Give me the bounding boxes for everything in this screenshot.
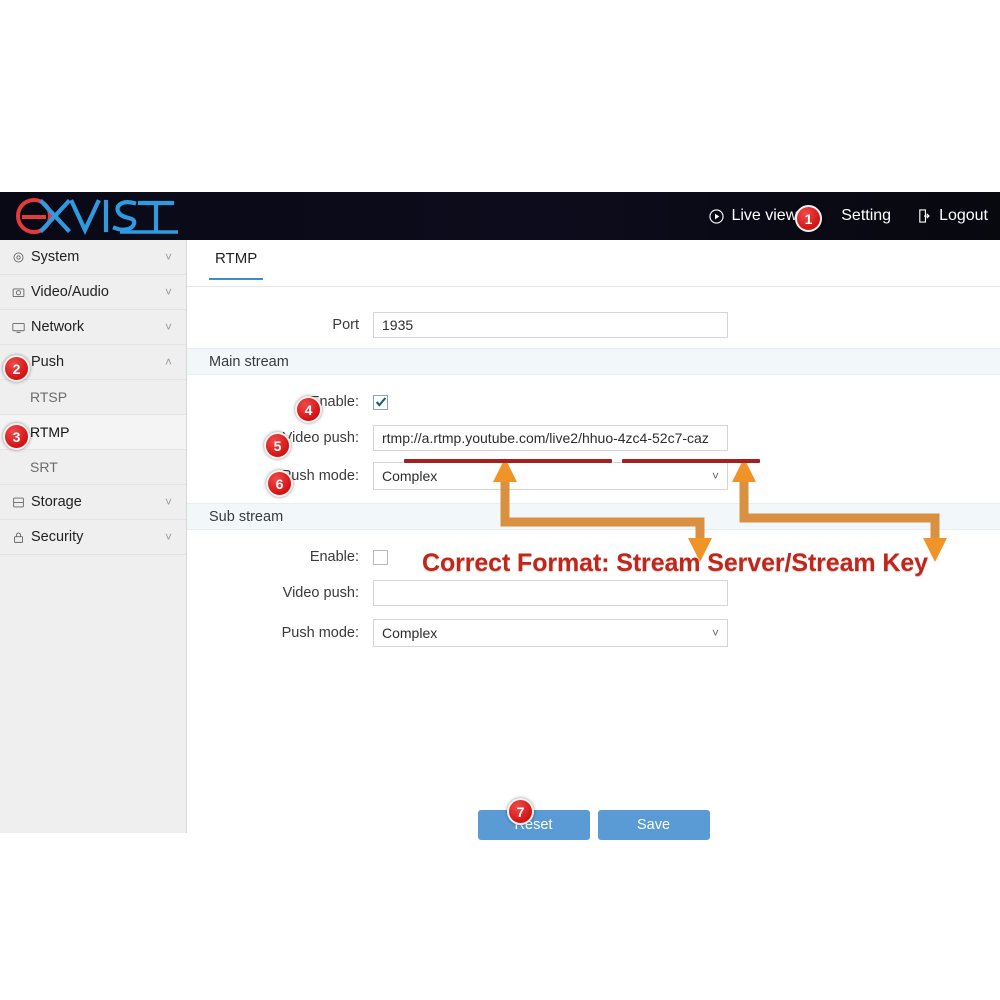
check-icon <box>375 397 386 407</box>
sub-video-push-label: Video push: <box>282 585 359 601</box>
step-badge-3: 3 <box>3 423 30 450</box>
sub-stream-band: Sub stream <box>187 503 1000 530</box>
row-main-video-push: Video push: rtmp://a.rtmp.youtube.com/li… <box>187 419 1000 457</box>
sidebar-item-srt-label: SRT <box>30 459 58 475</box>
sub-enable-label: Enable: <box>309 549 359 565</box>
step-badge-2: 2 <box>3 355 30 382</box>
step-badge-1: 1 <box>795 205 822 232</box>
chevron-down-icon: ˅ <box>711 469 719 483</box>
sidebar-item-video-audio-label: Video/Audio <box>31 284 109 300</box>
nav-logout-label: Logout <box>939 207 988 224</box>
row-sub-push-mode: Push mode: Complex ˅ <box>187 614 1000 652</box>
port-label: Port <box>332 317 359 333</box>
form-actions: Reset Save <box>187 810 1000 840</box>
row-sub-video-push: Video push: <box>187 574 1000 612</box>
main-push-mode-value: Complex <box>382 468 438 484</box>
sidebar-item-rtsp-label: RTSP <box>30 389 68 405</box>
step-badge-7: 7 <box>507 798 534 825</box>
sub-video-push-input[interactable] <box>373 580 728 606</box>
main-enable-checkbox[interactable] <box>373 394 388 410</box>
step-badge-5: 5 <box>264 432 291 459</box>
chevron-down-icon: ˅ <box>164 320 172 334</box>
sidebar-item-system[interactable]: System ˅ <box>0 240 186 275</box>
chevron-down-icon: ˅ <box>164 250 172 264</box>
sub-enable-checkbox[interactable] <box>373 549 388 565</box>
sidebar-item-video-audio[interactable]: Video/Audio ˅ <box>0 275 186 310</box>
chevron-down-icon: ˅ <box>164 285 172 299</box>
main-stream-band: Main stream <box>187 348 1000 375</box>
row-port: Port 1935 <box>187 306 1000 344</box>
header-nav: Live view Setting Logout <box>709 192 988 240</box>
port-input[interactable]: 1935 <box>373 312 728 338</box>
sidebar-item-storage-label: Storage <box>31 494 82 510</box>
chevron-up-icon: ˄ <box>164 355 172 369</box>
sidebar-item-network-label: Network <box>31 319 85 335</box>
row-sub-enable: Enable: <box>187 538 1000 576</box>
sidebar-item-storage[interactable]: Storage ˅ <box>0 485 186 520</box>
logout-icon <box>917 208 932 224</box>
sidebar-item-security-label: Security <box>31 529 84 545</box>
tab-rtmp[interactable]: RTMP <box>209 250 264 280</box>
logo-icon <box>16 198 178 235</box>
nav-setting[interactable]: Setting <box>823 207 891 225</box>
sidebar-item-rtmp-label: RTMP <box>30 424 70 440</box>
storage-icon <box>12 496 25 509</box>
web-ui-root: Live view Setting Logout System ˅ Video/… <box>0 192 1000 840</box>
content-panel: RTMP Port 1935 Main stream Enable: Video… <box>187 240 1000 840</box>
main-push-mode-select[interactable]: Complex ˅ <box>373 462 728 490</box>
sidebar-item-srt[interactable]: SRT <box>0 450 186 485</box>
sidebar-item-system-label: System <box>31 249 80 265</box>
chevron-down-icon: ˅ <box>164 495 172 509</box>
nav-live-view-label: Live view <box>731 207 798 224</box>
chevron-down-icon: ˅ <box>711 626 719 640</box>
sub-push-mode-label: Push mode: <box>281 625 359 641</box>
main-video-push-input[interactable]: rtmp://a.rtmp.youtube.com/live2/hhuo-4zc… <box>373 425 728 451</box>
exvist-logo[interactable] <box>12 196 182 236</box>
camera-icon <box>12 286 25 299</box>
chevron-down-icon: ˅ <box>164 530 172 544</box>
gear-icon <box>12 251 25 264</box>
save-button[interactable]: Save <box>597 810 710 840</box>
lock-icon <box>12 531 25 544</box>
tab-bar: RTMP <box>187 240 1000 287</box>
step-badge-4: 4 <box>295 396 322 423</box>
nav-live-view[interactable]: Live view <box>709 207 797 225</box>
play-circle-icon <box>709 208 725 224</box>
sidebar-item-rtsp[interactable]: RTSP <box>0 380 186 415</box>
nav-setting-label: Setting <box>841 207 892 224</box>
sub-push-mode-select[interactable]: Complex ˅ <box>373 619 728 647</box>
app-header: Live view Setting Logout <box>0 192 1000 240</box>
row-main-push-mode: Push mode: Complex ˅ <box>187 457 1000 495</box>
sidebar: System ˅ Video/Audio ˅ Network ˅ Push ˄ <box>0 240 187 833</box>
step-badge-6: 6 <box>266 470 293 497</box>
sidebar-item-security[interactable]: Security ˅ <box>0 520 186 555</box>
nav-logout[interactable]: Logout <box>917 207 988 225</box>
monitor-icon <box>12 321 25 334</box>
main-enable-label: Enable: <box>309 394 359 410</box>
sidebar-item-push-label: Push <box>31 354 65 370</box>
sidebar-item-network[interactable]: Network ˅ <box>0 310 186 345</box>
sub-push-mode-value: Complex <box>382 625 438 641</box>
